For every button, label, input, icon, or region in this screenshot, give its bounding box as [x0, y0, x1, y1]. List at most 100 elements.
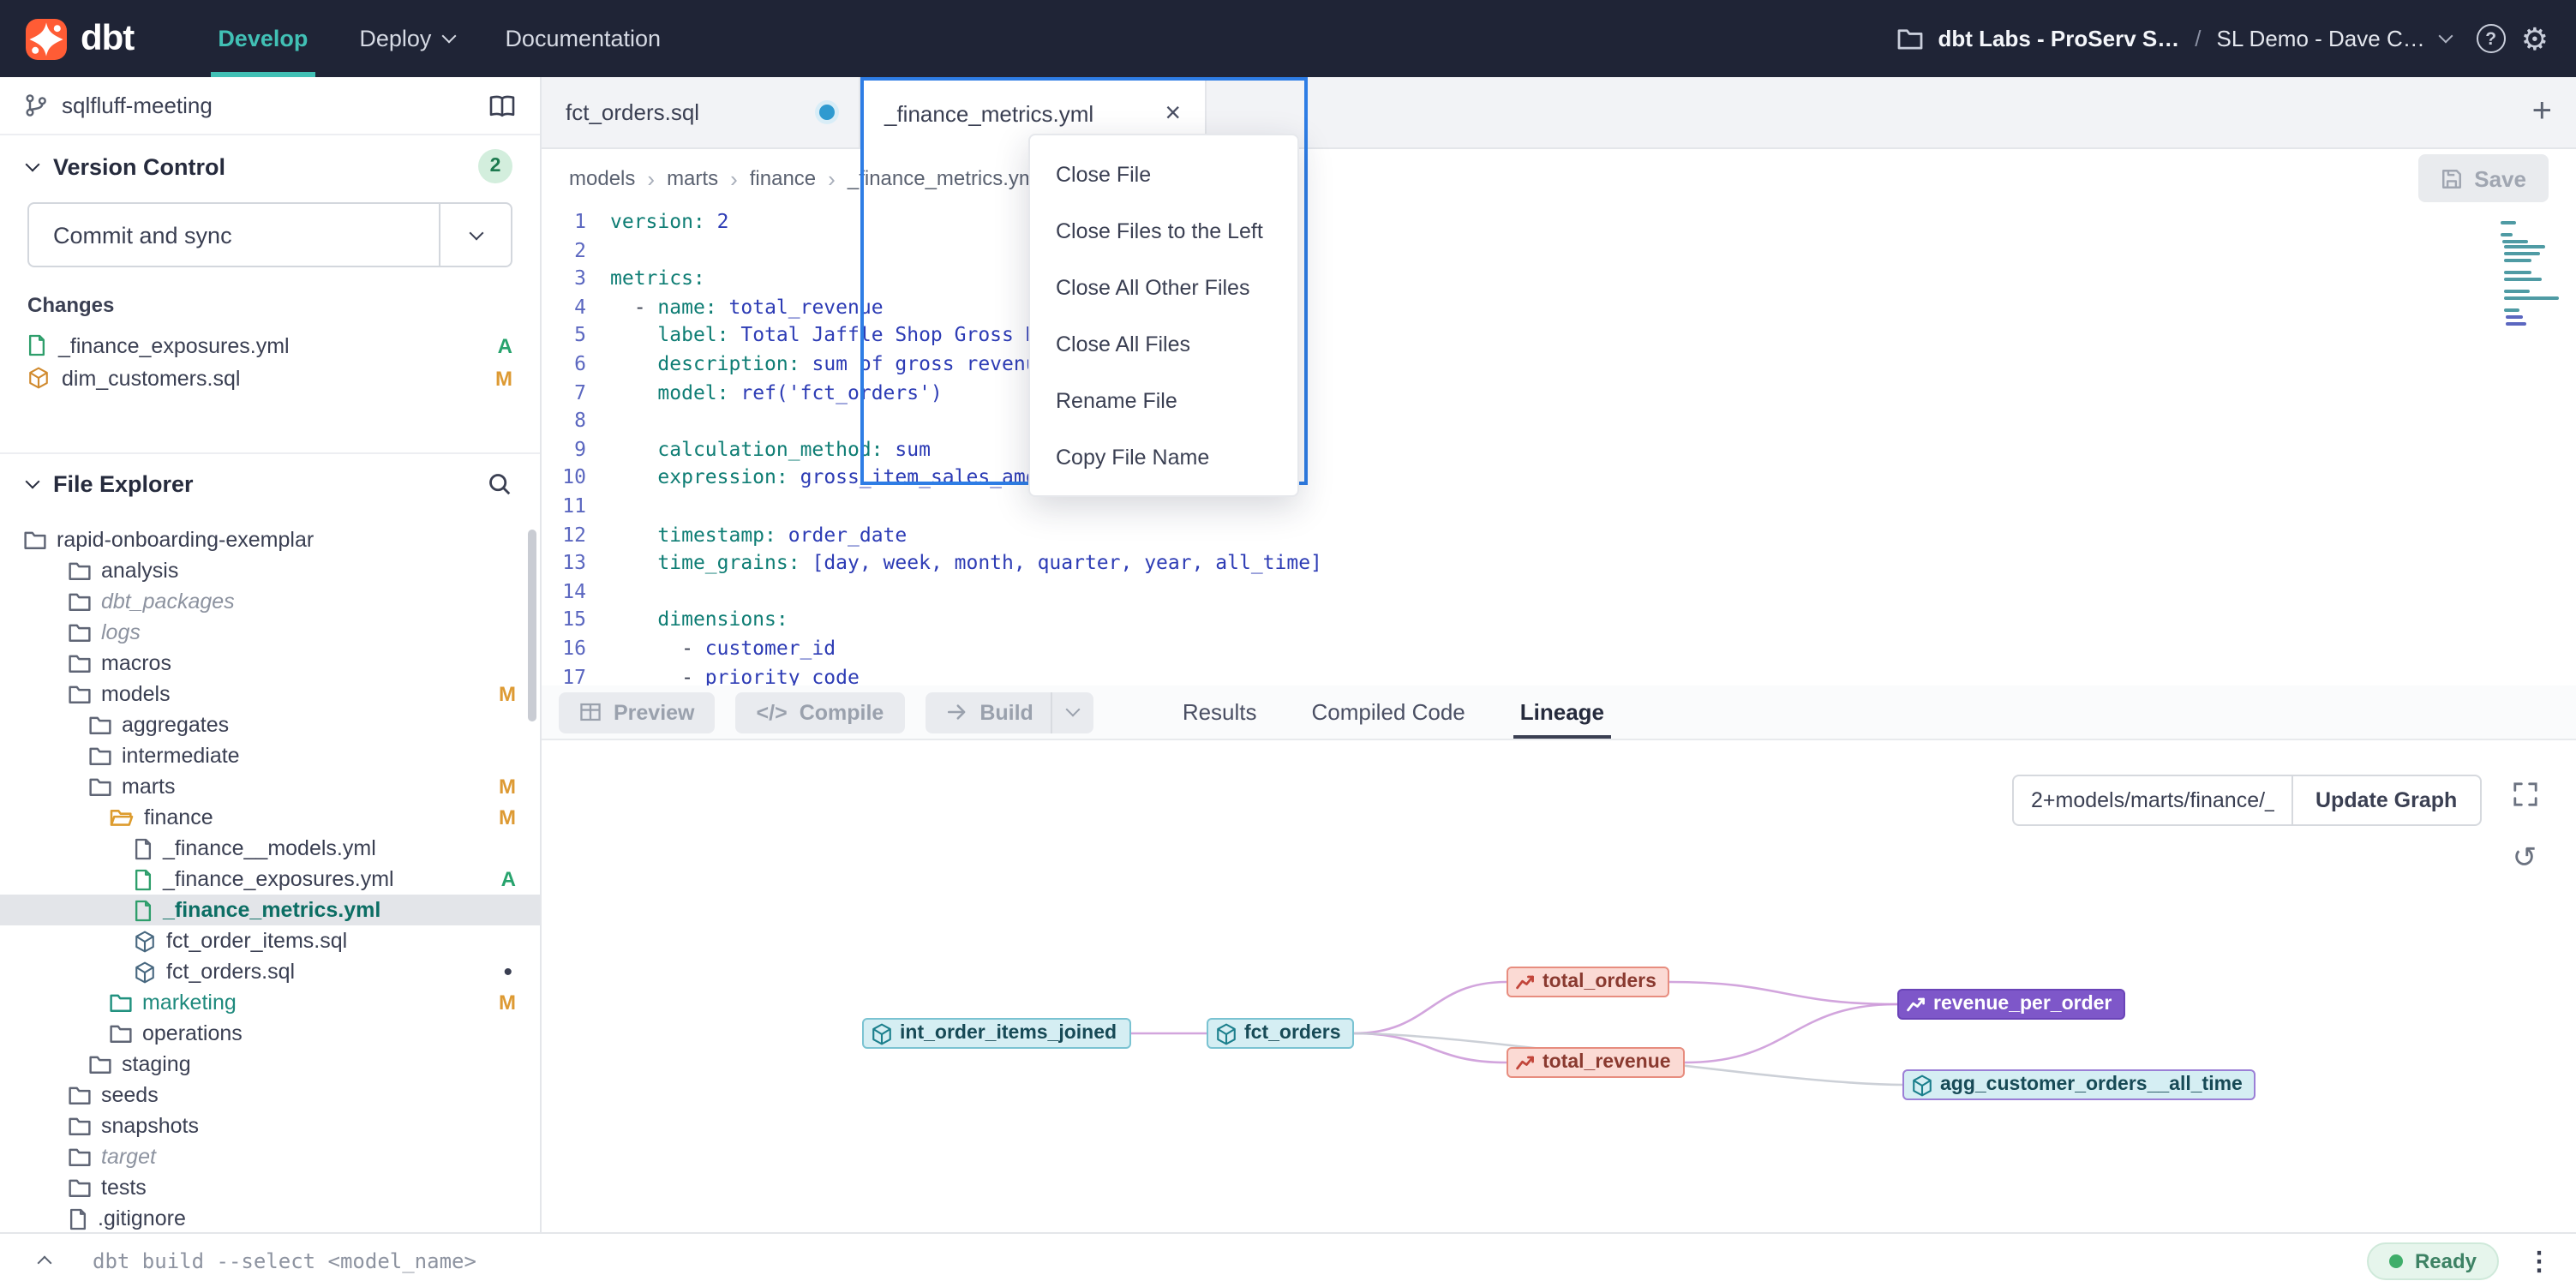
context-menu-item-rename-file[interactable]: Rename File: [1030, 372, 1297, 428]
context-menu-item-close-all-other-files[interactable]: Close All Other Files: [1030, 259, 1297, 315]
lineage-node-int_order_items_joined[interactable]: int_order_items_joined: [862, 1018, 1130, 1049]
chart-icon: [1515, 972, 1536, 992]
changed-file[interactable]: _finance_exposures.ymlA: [0, 329, 540, 362]
folder-teal-icon: [110, 992, 132, 1013]
minimap-line: [2504, 259, 2531, 262]
tree-item-tests[interactable]: tests: [0, 1172, 540, 1203]
lineage-edge: [1669, 982, 1897, 1004]
tree-item-finance[interactable]: financeM: [0, 802, 540, 833]
dbt-logo-icon[interactable]: [24, 16, 69, 61]
close-tab-icon[interactable]: ×: [1165, 100, 1181, 128]
minimap-line: [2501, 227, 2566, 230]
tab-lineage[interactable]: Lineage: [1493, 685, 1632, 739]
context-menu-item-copy-file-name[interactable]: Copy File Name: [1030, 428, 1297, 485]
lineage-node-revenue_per_order[interactable]: revenue_per_order: [1897, 989, 2125, 1020]
tree-item-fct-orders-sql[interactable]: fct_orders.sql•: [0, 956, 540, 987]
docs-book-icon[interactable]: [488, 93, 516, 117]
nav-item-deploy[interactable]: Deploy: [333, 0, 479, 77]
tree-item--finance-metrics-yml[interactable]: _finance_metrics.yml: [0, 895, 540, 925]
kebab-menu-icon[interactable]: ⋮: [2526, 1245, 2552, 1276]
lineage-node-total_orders[interactable]: total_orders: [1507, 967, 1670, 997]
help-icon[interactable]: ?: [2477, 24, 2506, 53]
minimap-line: [2501, 302, 2566, 306]
context-menu-item-close-file[interactable]: Close File: [1030, 146, 1297, 202]
lineage-node-agg_customer_orders__all_time[interactable]: agg_customer_orders__all_time: [1902, 1069, 2256, 1100]
tree-item-marketing[interactable]: marketingM: [0, 987, 540, 1018]
context-menu-item-close-files-to-the-left[interactable]: Close Files to the Left: [1030, 202, 1297, 259]
context-menu-item-close-all-files[interactable]: Close All Files: [1030, 315, 1297, 372]
tree-item-target[interactable]: target: [0, 1141, 540, 1172]
build-button[interactable]: Build: [925, 700, 1051, 724]
lineage-selector-input[interactable]: [2012, 775, 2293, 826]
minimap[interactable]: [2501, 218, 2566, 328]
expand-panel-chevron-icon[interactable]: [24, 1253, 65, 1268]
project-folder-icon: [1897, 27, 1923, 50]
folder-icon: [69, 1085, 91, 1105]
tree-item-analysis[interactable]: analysis: [0, 555, 540, 586]
status-letter: M: [499, 775, 516, 799]
folder-icon: [69, 591, 91, 612]
tab-compiled-code[interactable]: Compiled Code: [1285, 685, 1493, 739]
breadcrumb-item[interactable]: finance: [750, 166, 816, 190]
file-explorer-header[interactable]: File Explorer: [0, 452, 540, 514]
code-line: 1version: 2: [542, 207, 2497, 236]
minimap-line: [2504, 309, 2519, 313]
changes-list: _finance_exposures.ymlAdim_customers.sql…: [0, 329, 540, 394]
file-green-icon: [134, 899, 153, 921]
minimap-line: [2501, 284, 2566, 287]
breadcrumb-row: models›marts›finance›_finance_metrics.ym…: [542, 149, 2576, 207]
tree-item-aggregates[interactable]: aggregates: [0, 709, 540, 740]
tree-item-operations[interactable]: operations: [0, 1018, 540, 1049]
folder-icon: [69, 560, 91, 581]
tab-results[interactable]: Results: [1155, 685, 1285, 739]
tree-item-logs[interactable]: logs: [0, 617, 540, 648]
fullscreen-icon[interactable]: [2502, 771, 2547, 816]
tree-item-dbt-packages[interactable]: dbt_packages: [0, 586, 540, 617]
file-icon: [134, 837, 153, 859]
tree-item-fct-order-items-sql[interactable]: fct_order_items.sql: [0, 925, 540, 956]
folder-icon: [69, 653, 91, 673]
code-line: 16 - customer_id: [542, 634, 2497, 662]
code-editor[interactable]: 1version: 223metrics:4 - name: total_rev…: [542, 207, 2497, 685]
build-dropdown-button[interactable]: [1052, 709, 1093, 715]
tree-item-models[interactable]: modelsM: [0, 679, 540, 709]
tree-item-rapid-onboarding-exemplar[interactable]: rapid-onboarding-exemplar: [0, 524, 540, 555]
lineage-controls: Update Graph: [2012, 775, 2481, 826]
tree-item-macros[interactable]: macros: [0, 648, 540, 679]
lineage-node-fct_orders[interactable]: fct_orders: [1207, 1018, 1355, 1049]
search-icon[interactable]: [487, 471, 512, 497]
lineage-canvas[interactable]: int_order_items_joined fct_orders total_or…: [542, 740, 2576, 1232]
breadcrumb-item[interactable]: _finance_metrics.yml: [848, 166, 1040, 190]
new-tab-button[interactable]: +: [2532, 93, 2552, 132]
tree-item-seeds[interactable]: seeds: [0, 1080, 540, 1110]
update-graph-button[interactable]: Update Graph: [2293, 775, 2481, 826]
tree-item-snapshots[interactable]: snapshots: [0, 1110, 540, 1141]
breadcrumb-item[interactable]: models: [569, 166, 635, 190]
version-control-header[interactable]: Version Control 2: [0, 135, 540, 197]
compile-button[interactable]: </> Compile: [736, 691, 905, 733]
breadcrumb-item[interactable]: marts: [667, 166, 718, 190]
reset-view-icon[interactable]: ↺: [2502, 836, 2547, 881]
nav-item-documentation[interactable]: Documentation: [479, 0, 686, 77]
tree-item-marts[interactable]: martsM: [0, 771, 540, 802]
command-input[interactable]: dbt build --select <model_name>: [93, 1248, 476, 1272]
tree-item--finance-exposures-yml[interactable]: _finance_exposures.ymlA: [0, 864, 540, 895]
preview-button[interactable]: Preview: [559, 691, 716, 733]
tree-item--finance-models-yml[interactable]: _finance__models.yml: [0, 833, 540, 864]
changed-file[interactable]: dim_customers.sqlM: [0, 362, 540, 394]
tree-item-staging[interactable]: staging: [0, 1049, 540, 1080]
save-button[interactable]: Save: [2417, 154, 2549, 202]
account-name[interactable]: dbt Labs - ProServ S…: [1938, 26, 2180, 51]
tab-fct-orders-sql[interactable]: fct_orders.sql: [542, 77, 860, 147]
tree-item--gitignore[interactable]: .gitignore: [0, 1203, 540, 1232]
project-selector[interactable]: SL Demo - Dave C…: [2217, 26, 2425, 51]
chevron-down-icon[interactable]: [2438, 29, 2453, 44]
commit-and-sync-button[interactable]: Commit and sync: [27, 202, 512, 267]
settings-gear-icon[interactable]: ⚙: [2521, 23, 2549, 54]
lineage-node-total_revenue[interactable]: total_revenue: [1507, 1047, 1685, 1078]
nav-item-develop[interactable]: Develop: [192, 0, 333, 77]
commit-dropdown-button[interactable]: [439, 204, 511, 266]
tree-item-intermediate[interactable]: intermediate: [0, 740, 540, 771]
sidebar-scrollbar[interactable]: [528, 530, 536, 721]
folder-icon: [69, 684, 91, 704]
